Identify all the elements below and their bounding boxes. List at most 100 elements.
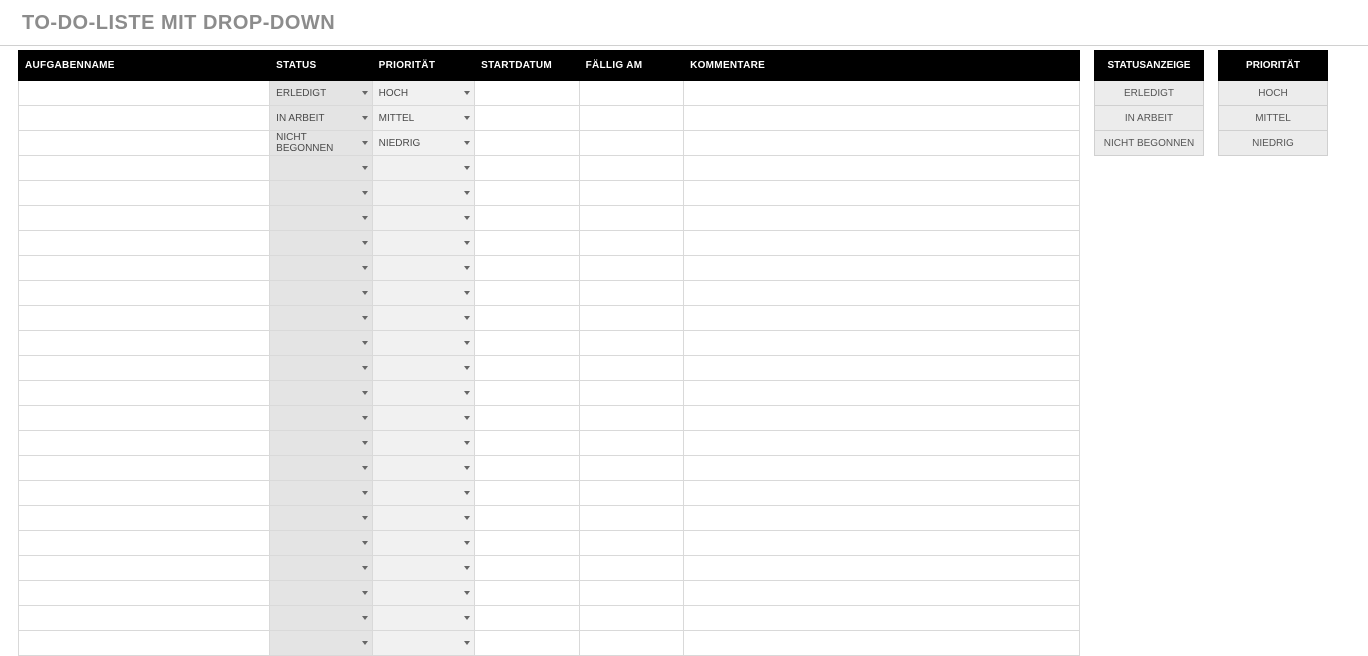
task-name-cell[interactable] xyxy=(19,231,269,255)
duedate-cell[interactable] xyxy=(580,106,683,130)
comments-cell[interactable] xyxy=(684,206,1079,230)
startdate-cell[interactable] xyxy=(475,206,578,230)
startdate-cell[interactable] xyxy=(475,156,578,180)
priority-dropdown[interactable] xyxy=(373,281,474,305)
comments-cell[interactable] xyxy=(684,606,1079,630)
startdate-cell[interactable] xyxy=(475,506,578,530)
task-name-cell[interactable] xyxy=(19,256,269,280)
startdate-cell[interactable] xyxy=(475,356,578,380)
comments-cell[interactable] xyxy=(684,131,1079,155)
startdate-cell[interactable] xyxy=(475,456,578,480)
duedate-cell[interactable] xyxy=(580,406,683,430)
task-name-cell[interactable] xyxy=(19,456,269,480)
status-dropdown[interactable] xyxy=(270,556,371,580)
startdate-cell[interactable] xyxy=(475,131,578,155)
priority-dropdown[interactable] xyxy=(373,581,474,605)
comments-cell[interactable] xyxy=(684,381,1079,405)
duedate-cell[interactable] xyxy=(580,356,683,380)
status-dropdown[interactable] xyxy=(270,331,371,355)
status-dropdown[interactable] xyxy=(270,206,371,230)
priority-dropdown[interactable] xyxy=(373,181,474,205)
startdate-cell[interactable] xyxy=(475,406,578,430)
duedate-cell[interactable] xyxy=(580,281,683,305)
status-dropdown[interactable]: ERLEDIGT xyxy=(270,81,371,105)
priority-dropdown[interactable]: HOCH xyxy=(373,81,474,105)
priority-dropdown[interactable] xyxy=(373,231,474,255)
task-name-cell[interactable] xyxy=(19,181,269,205)
task-name-cell[interactable] xyxy=(19,81,269,105)
status-dropdown[interactable] xyxy=(270,231,371,255)
startdate-cell[interactable] xyxy=(475,231,578,255)
duedate-cell[interactable] xyxy=(580,231,683,255)
status-dropdown[interactable] xyxy=(270,456,371,480)
task-name-cell[interactable] xyxy=(19,381,269,405)
priority-dropdown[interactable] xyxy=(373,606,474,630)
task-name-cell[interactable] xyxy=(19,481,269,505)
task-name-cell[interactable] xyxy=(19,556,269,580)
duedate-cell[interactable] xyxy=(580,456,683,480)
task-name-cell[interactable] xyxy=(19,506,269,530)
task-name-cell[interactable] xyxy=(19,206,269,230)
startdate-cell[interactable] xyxy=(475,556,578,580)
comments-cell[interactable] xyxy=(684,106,1079,130)
comments-cell[interactable] xyxy=(684,531,1079,555)
startdate-cell[interactable] xyxy=(475,181,578,205)
task-name-cell[interactable] xyxy=(19,306,269,330)
startdate-cell[interactable] xyxy=(475,481,578,505)
duedate-cell[interactable] xyxy=(580,431,683,455)
startdate-cell[interactable] xyxy=(475,81,578,105)
priority-dropdown[interactable] xyxy=(373,381,474,405)
status-dropdown[interactable] xyxy=(270,431,371,455)
status-dropdown[interactable] xyxy=(270,181,371,205)
duedate-cell[interactable] xyxy=(580,256,683,280)
priority-dropdown[interactable]: MITTEL xyxy=(373,106,474,130)
task-name-cell[interactable] xyxy=(19,431,269,455)
duedate-cell[interactable] xyxy=(580,306,683,330)
comments-cell[interactable] xyxy=(684,281,1079,305)
comments-cell[interactable] xyxy=(684,181,1079,205)
startdate-cell[interactable] xyxy=(475,256,578,280)
priority-dropdown[interactable]: NIEDRIG xyxy=(373,131,474,155)
status-dropdown[interactable] xyxy=(270,256,371,280)
comments-cell[interactable] xyxy=(684,506,1079,530)
startdate-cell[interactable] xyxy=(475,331,578,355)
duedate-cell[interactable] xyxy=(580,606,683,630)
priority-dropdown[interactable] xyxy=(373,356,474,380)
comments-cell[interactable] xyxy=(684,456,1079,480)
duedate-cell[interactable] xyxy=(580,181,683,205)
duedate-cell[interactable] xyxy=(580,481,683,505)
startdate-cell[interactable] xyxy=(475,281,578,305)
duedate-cell[interactable] xyxy=(580,206,683,230)
duedate-cell[interactable] xyxy=(580,631,683,655)
startdate-cell[interactable] xyxy=(475,106,578,130)
duedate-cell[interactable] xyxy=(580,131,683,155)
comments-cell[interactable] xyxy=(684,156,1079,180)
comments-cell[interactable] xyxy=(684,406,1079,430)
duedate-cell[interactable] xyxy=(580,556,683,580)
duedate-cell[interactable] xyxy=(580,331,683,355)
task-name-cell[interactable] xyxy=(19,606,269,630)
status-dropdown[interactable] xyxy=(270,356,371,380)
status-dropdown[interactable] xyxy=(270,506,371,530)
duedate-cell[interactable] xyxy=(580,156,683,180)
status-dropdown[interactable] xyxy=(270,381,371,405)
task-name-cell[interactable] xyxy=(19,531,269,555)
status-dropdown[interactable] xyxy=(270,281,371,305)
status-dropdown[interactable] xyxy=(270,481,371,505)
priority-dropdown[interactable] xyxy=(373,531,474,555)
task-name-cell[interactable] xyxy=(19,581,269,605)
comments-cell[interactable] xyxy=(684,81,1079,105)
task-name-cell[interactable] xyxy=(19,631,269,655)
startdate-cell[interactable] xyxy=(475,581,578,605)
duedate-cell[interactable] xyxy=(580,81,683,105)
priority-dropdown[interactable] xyxy=(373,306,474,330)
priority-dropdown[interactable] xyxy=(373,331,474,355)
startdate-cell[interactable] xyxy=(475,531,578,555)
status-dropdown[interactable] xyxy=(270,306,371,330)
priority-dropdown[interactable] xyxy=(373,431,474,455)
comments-cell[interactable] xyxy=(684,256,1079,280)
comments-cell[interactable] xyxy=(684,556,1079,580)
priority-dropdown[interactable] xyxy=(373,256,474,280)
comments-cell[interactable] xyxy=(684,631,1079,655)
comments-cell[interactable] xyxy=(684,306,1079,330)
